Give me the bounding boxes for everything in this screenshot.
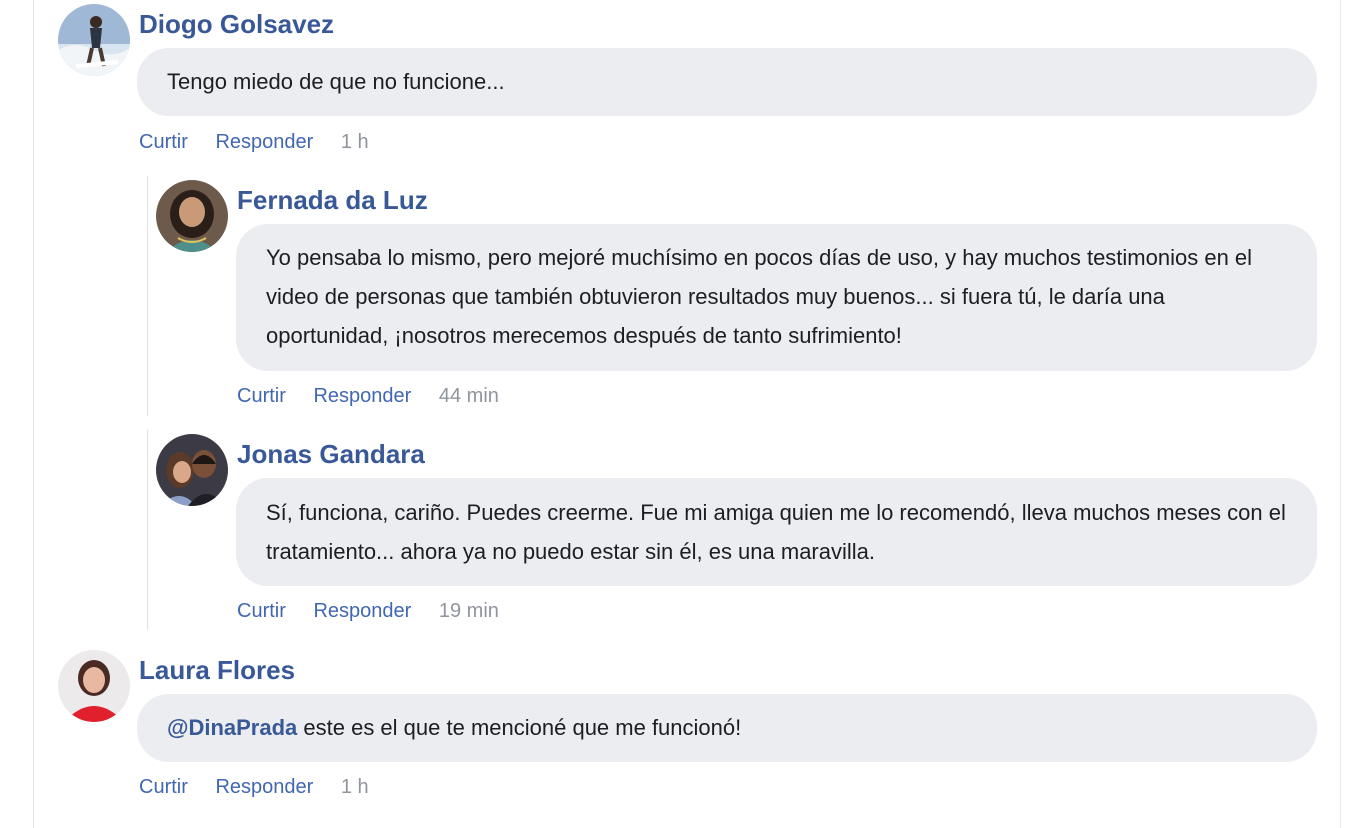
comment-author[interactable]: Diogo Golsavez: [139, 9, 334, 40]
avatar-woman-red-icon: [58, 650, 130, 722]
mention-link[interactable]: @DinaPrada: [167, 715, 297, 740]
comment-text: Tengo miedo de que no funcione...: [167, 69, 505, 94]
comment-text: Yo pensaba lo mismo, pero mejoré muchísi…: [266, 245, 1253, 348]
like-button[interactable]: Curtir: [237, 385, 286, 407]
avatar[interactable]: [58, 650, 130, 722]
reply-thread-line: [147, 176, 148, 416]
like-button[interactable]: Curtir: [139, 131, 188, 153]
reply-button[interactable]: Responder: [215, 131, 313, 153]
comment-timestamp[interactable]: 1 h: [341, 131, 369, 153]
comment-timestamp[interactable]: 19 min: [439, 600, 499, 622]
comment-author[interactable]: Jonas Gandara: [237, 439, 425, 470]
comment-actions: Curtir Responder 1 h: [139, 131, 369, 154]
comment-author[interactable]: Laura Flores: [139, 655, 295, 686]
avatar[interactable]: [156, 434, 228, 506]
avatar[interactable]: [156, 180, 228, 252]
comment-bubble: @DinaPrada este es el que te mencioné qu…: [137, 694, 1317, 762]
reply-button[interactable]: Responder: [313, 600, 411, 622]
comment-author[interactable]: Fernada da Luz: [237, 185, 428, 216]
comment-item: Laura Flores @DinaPrada este es el que t…: [58, 650, 1318, 810]
reply-button[interactable]: Responder: [215, 776, 313, 798]
reply-thread-line: [147, 430, 148, 630]
like-button[interactable]: Curtir: [139, 776, 188, 798]
comment-actions: Curtir Responder 44 min: [237, 385, 499, 408]
reply-item: Fernada da Luz Yo pensaba lo mismo, pero…: [156, 180, 1321, 420]
avatar-woman-icon: [156, 180, 228, 252]
comment-timestamp[interactable]: 44 min: [439, 385, 499, 407]
comment-bubble: Tengo miedo de que no funcione...: [137, 48, 1317, 116]
comment-item: Diogo Golsavez Tengo miedo de que no fun…: [58, 4, 1318, 164]
avatar-couple-icon: [156, 434, 228, 506]
avatar[interactable]: [58, 4, 130, 76]
like-button[interactable]: Curtir: [237, 600, 286, 622]
comment-actions: Curtir Responder 19 min: [237, 600, 499, 623]
comment-text: Sí, funciona, cariño. Puedes creerme. Fu…: [266, 500, 1286, 564]
reply-button[interactable]: Responder: [313, 385, 411, 407]
reply-item: Jonas Gandara Sí, funciona, cariño. Pued…: [156, 434, 1321, 634]
comment-bubble: Yo pensaba lo mismo, pero mejoré muchísi…: [236, 224, 1317, 371]
avatar-surfer-icon: [58, 4, 130, 76]
comment-bubble: Sí, funciona, cariño. Puedes creerme. Fu…: [236, 478, 1317, 586]
comment-text: este es el que te mencioné que me funcio…: [297, 715, 742, 740]
comment-actions: Curtir Responder 1 h: [139, 776, 369, 799]
comment-timestamp[interactable]: 1 h: [341, 776, 369, 798]
